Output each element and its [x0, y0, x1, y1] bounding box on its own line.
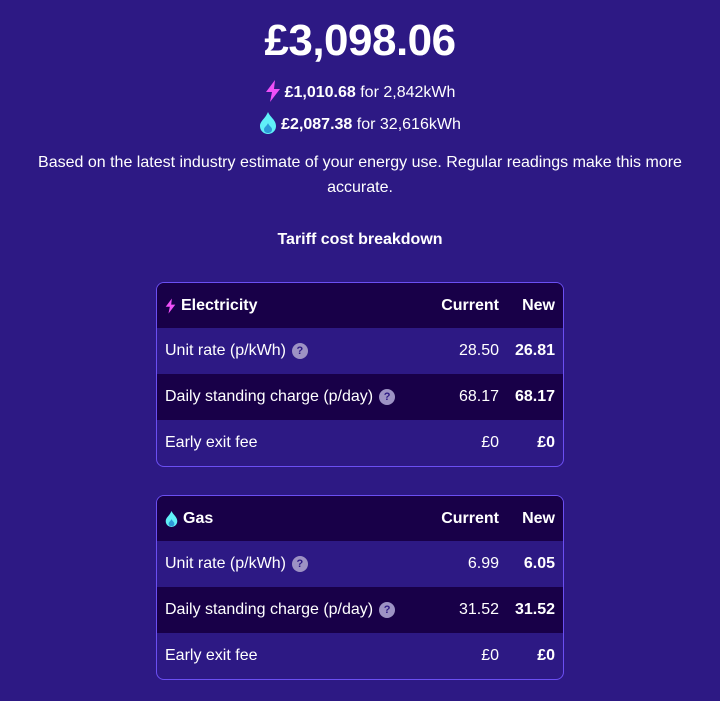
current-value: £0: [481, 647, 499, 664]
row-label: Daily standing charge (p/day): [165, 388, 374, 405]
help-icon[interactable]: ?: [379, 602, 396, 618]
new-value: 68.17: [514, 388, 555, 405]
row-label: Early exit fee: [165, 434, 258, 451]
help-icon[interactable]: ?: [379, 389, 396, 405]
table-row: Daily standing charge (p/day) ? 31.52 31…: [157, 587, 563, 633]
column-header-current: Current: [441, 509, 499, 527]
new-value: 26.81: [514, 342, 555, 359]
lightning-bolt-icon: [265, 80, 280, 102]
new-value: 6.05: [523, 555, 555, 572]
table-header: Gas Current New: [157, 496, 563, 541]
table-title: Gas: [183, 509, 214, 527]
current-value: 28.50: [458, 342, 499, 359]
electricity-estimate-amount: £1,010.68: [284, 84, 356, 101]
table-row: Unit rate (p/kWh) ? 28.50 26.81: [157, 328, 563, 374]
table-header: Electricity Current New: [157, 283, 563, 328]
lightning-bolt-icon: [165, 297, 176, 314]
table-row: Early exit fee £0 £0: [157, 633, 563, 679]
help-icon[interactable]: ?: [291, 556, 308, 572]
gas-tariff-table: Gas Current New Unit rate (p/kWh) ? 6.99…: [156, 495, 564, 680]
new-value: £0: [537, 647, 555, 664]
gas-estimate-usage: for 32,616kWh: [356, 116, 461, 133]
electricity-estimate-usage: for 2,842kWh: [360, 84, 456, 101]
help-icon[interactable]: ?: [291, 343, 308, 359]
table-row: Early exit fee £0 £0: [157, 420, 563, 466]
table-title: Electricity: [181, 296, 258, 314]
current-value: £0: [481, 434, 499, 451]
row-label: Early exit fee: [165, 647, 258, 664]
gas-estimate: £2,087.38 for 32,616kWh: [0, 112, 720, 137]
gas-estimate-amount: £2,087.38: [281, 116, 353, 133]
current-value: 68.17: [458, 388, 499, 405]
row-label: Unit rate (p/kWh): [165, 555, 286, 572]
estimated-total-cost: £3,098.06: [264, 16, 456, 65]
current-value: 6.99: [467, 555, 499, 572]
flame-icon: [165, 510, 178, 527]
column-header-current: Current: [441, 296, 499, 314]
column-header-new: New: [522, 509, 555, 527]
estimate-description: Based on the latest industry estimate of…: [38, 154, 682, 196]
electricity-tariff-table: Electricity Current New Unit rate (p/kWh…: [156, 282, 564, 467]
electricity-estimate: £1,010.68 for 2,842kWh: [0, 80, 720, 105]
flame-icon: [260, 112, 277, 134]
new-value: £0: [537, 434, 555, 451]
table-row: Daily standing charge (p/day) ? 68.17 68…: [157, 374, 563, 420]
breakdown-title: Tariff cost breakdown: [277, 231, 443, 248]
row-label: Unit rate (p/kWh): [165, 342, 286, 359]
current-value: 31.52: [458, 601, 499, 618]
table-row: Unit rate (p/kWh) ? 6.99 6.05: [157, 541, 563, 587]
row-label: Daily standing charge (p/day): [165, 601, 374, 618]
column-header-new: New: [522, 296, 555, 314]
new-value: 31.52: [514, 601, 555, 618]
